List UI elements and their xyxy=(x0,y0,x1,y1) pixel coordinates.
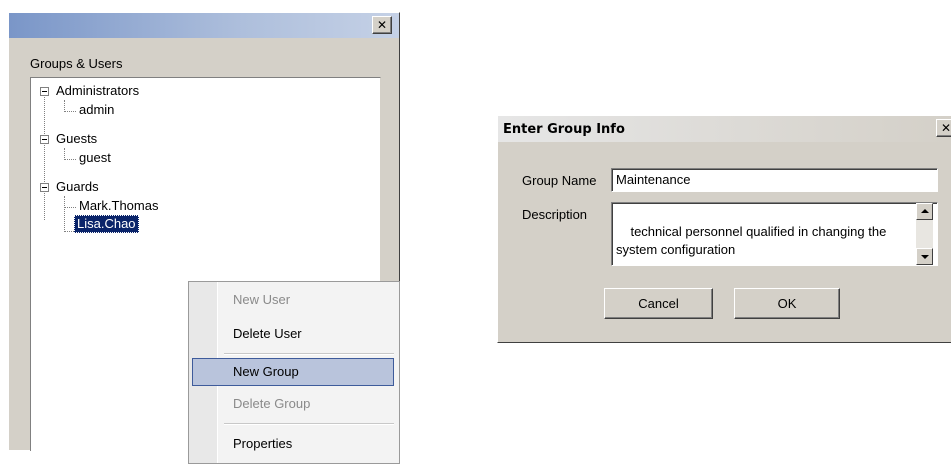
tree-user-admin[interactable]: admin xyxy=(79,102,114,118)
group-name-input[interactable]: Maintenance xyxy=(611,168,938,192)
menu-item-label: Delete User xyxy=(233,326,302,341)
cancel-button[interactable]: Cancel xyxy=(604,288,713,319)
description-textarea[interactable]: technical personnel qualified in changin… xyxy=(611,202,938,266)
tree-user-lisa-chao[interactable]: Lisa.Chao xyxy=(74,215,139,233)
ok-button[interactable]: OK xyxy=(734,288,840,319)
menu-item-properties[interactable]: Properties xyxy=(189,430,397,458)
tree-user-guest[interactable]: guest xyxy=(79,150,111,166)
tree-user-mark-thomas[interactable]: Mark.Thomas xyxy=(79,198,158,214)
users-window-titlebar[interactable] xyxy=(9,13,399,38)
context-menu: New User Delete User New Group Delete Gr… xyxy=(188,281,400,464)
collapse-icon[interactable] xyxy=(40,87,49,96)
tree-group-guests[interactable]: Guests xyxy=(56,131,97,147)
menu-separator xyxy=(224,353,394,355)
menu-item-delete-user[interactable]: Delete User xyxy=(189,320,397,348)
tree-connector xyxy=(64,231,74,232)
dialog-title: Enter Group Info xyxy=(503,122,625,137)
tree-connector xyxy=(64,159,76,160)
close-icon[interactable]: ✕ xyxy=(372,16,392,34)
users-window: ✕ Groups & Users Administrators admin Gu… xyxy=(8,12,400,464)
tree-group-administrators[interactable]: Administrators xyxy=(56,83,139,99)
tree-connector xyxy=(64,196,65,232)
menu-item-label: New User xyxy=(233,292,291,307)
tree-connector xyxy=(64,111,76,112)
dialog-titlebar[interactable]: Enter Group Info xyxy=(498,116,951,142)
groups-users-label: Groups & Users xyxy=(30,56,123,71)
collapse-icon[interactable] xyxy=(40,135,49,144)
enter-group-info-dialog: Enter Group Info ✕ Group Name Maintenanc… xyxy=(497,115,951,343)
description-scrollbar[interactable] xyxy=(916,203,933,265)
menu-item-new-user[interactable]: New User xyxy=(189,286,397,314)
menu-item-label: New Group xyxy=(233,364,299,379)
group-name-label: Group Name xyxy=(522,173,597,188)
collapse-icon[interactable] xyxy=(40,183,49,192)
menu-item-delete-group[interactable]: Delete Group xyxy=(189,390,397,418)
menu-separator xyxy=(224,423,394,425)
scroll-up-icon[interactable] xyxy=(916,203,933,220)
close-icon[interactable]: ✕ xyxy=(936,119,951,137)
description-text: technical personnel qualified in changin… xyxy=(616,224,890,257)
description-label: Description xyxy=(522,207,588,222)
scroll-down-icon[interactable] xyxy=(916,248,933,265)
menu-item-label: Properties xyxy=(233,436,293,451)
menu-item-new-group[interactable]: New Group xyxy=(192,358,394,386)
tree-connector xyxy=(44,92,45,220)
menu-item-label: Delete Group xyxy=(233,396,311,411)
tree-group-guards[interactable]: Guards xyxy=(56,179,99,195)
tree-connector xyxy=(64,207,76,208)
